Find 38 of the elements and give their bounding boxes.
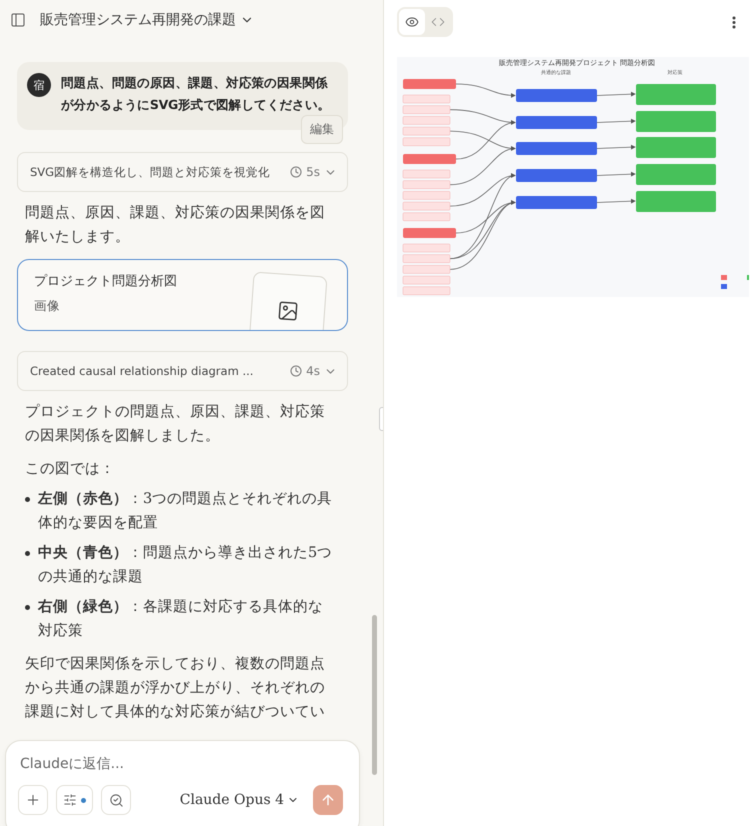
more-options-icon[interactable]: [732, 16, 736, 28]
artifact-card[interactable]: プロジェクト問題分析図 画像: [17, 259, 348, 331]
plus-icon: [25, 792, 41, 808]
bullet-text: 左側（赤色）：3つの問題点とそれぞれの具体的な要因を配置: [38, 489, 334, 533]
research-button[interactable]: [101, 785, 131, 815]
clock-icon: [290, 166, 302, 178]
search-icon: [108, 792, 124, 808]
response-text: 問題点、原因、課題、対応策の因果関係を図解いたします。: [24, 204, 326, 247]
user-avatar: 宿: [27, 73, 51, 97]
user-message: 問題点、問題の原因、課題、対応策の因果関係が分かるようにSVG形式で図解してください。: [61, 74, 332, 114]
thinking-summary[interactable]: Created causal relationship diagram ... 4s: [17, 351, 348, 391]
model-selector[interactable]: Claude Opus 4: [174, 791, 305, 809]
response-text: プロジェクトの問題点、原因、課題、対応策の因果関係を図解しました。: [24, 402, 326, 446]
preview-tab[interactable]: [399, 9, 425, 35]
bullet-text: 右側（緑色）：各課題に対応する具体的な対応策: [38, 597, 324, 641]
clock-icon: [290, 365, 302, 377]
reply-input[interactable]: Claudeに返信...: [18, 755, 322, 773]
artifact-title: プロジェクト問題分析図: [34, 273, 177, 290]
bullet-icon: [25, 497, 30, 502]
tools-button[interactable]: [56, 785, 93, 815]
conversation-title[interactable]: 販売管理システム再開発の課題: [40, 11, 254, 29]
response-text: 矢印で因果関係を示しており、複数の問題点から共通の課題が浮かび上がり、それぞれの課題に対して具体的な対応策が結びついてい: [24, 655, 326, 722]
sidebar-toggle-icon[interactable]: [10, 12, 26, 28]
bullet-icon: [25, 551, 30, 556]
bullet-text: 中央（青色）：問題点から導き出された5つの共通的な課題: [38, 543, 334, 587]
status-dot-icon: [81, 798, 86, 802]
sliders-icon: [63, 793, 77, 807]
scrollbar[interactable]: [372, 615, 377, 775]
response-text: この図では：: [24, 460, 116, 479]
eye-icon: [405, 15, 419, 29]
code-icon: [431, 15, 445, 29]
more-icon: [732, 16, 736, 28]
edit-button[interactable]: 編集: [301, 115, 343, 144]
thinking-summary[interactable]: SVG図解を構造化し、問題と対応策を視覚化 5s: [17, 152, 348, 192]
image-icon: [276, 299, 300, 323]
artifact-type: 画像: [34, 298, 60, 315]
add-button[interactable]: [18, 785, 48, 815]
bullet-icon: [25, 605, 30, 610]
